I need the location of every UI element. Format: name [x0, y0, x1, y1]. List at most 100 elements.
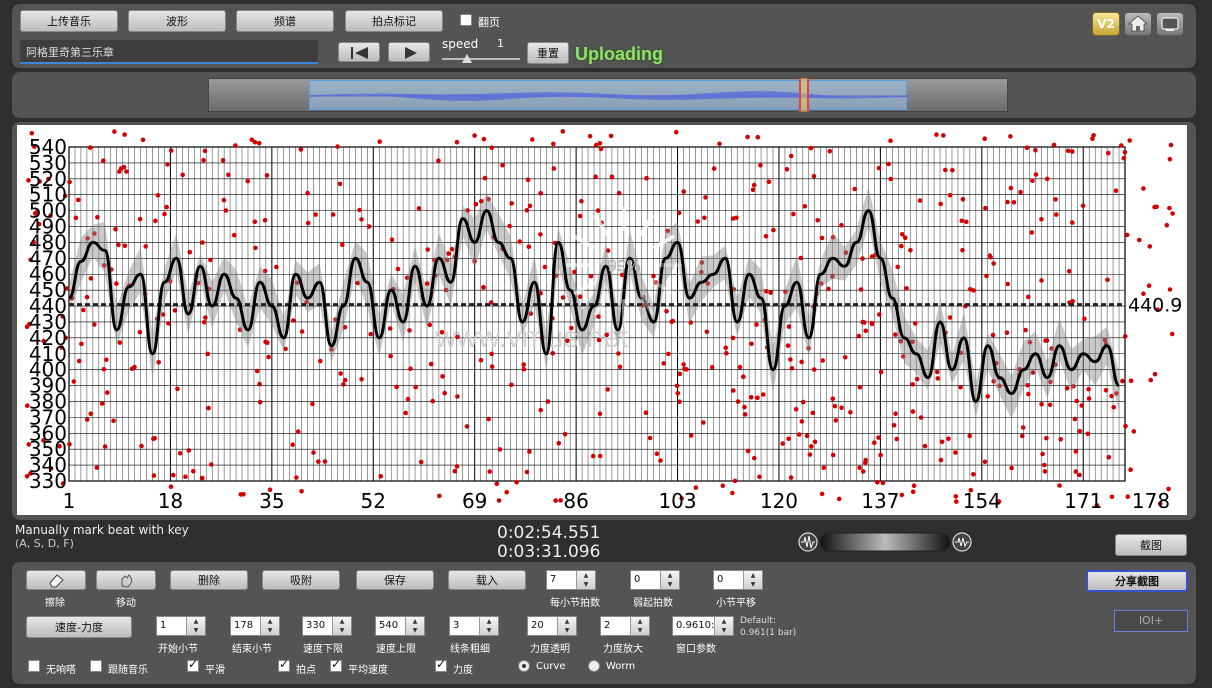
- beat-dot: [711, 166, 717, 171]
- tempo-dynamics-button[interactable]: 速度-力度: [26, 616, 132, 638]
- load-button[interactable]: 载入: [448, 570, 526, 590]
- stepper-arrows-icon[interactable]: ▲ ▼: [714, 617, 733, 635]
- snap-button[interactable]: 吸附: [262, 570, 340, 590]
- stepper-arrows-icon[interactable]: ▲ ▼: [332, 617, 351, 635]
- beat-dot: [254, 368, 260, 374]
- page-turn-checkbox[interactable]: [460, 14, 472, 26]
- pickup-beats-stepper[interactable]: 0 ▲ ▼: [630, 570, 680, 590]
- beat-dot: [908, 248, 913, 253]
- playhead-marker[interactable]: [799, 78, 809, 112]
- metronome-label: 无响嗒: [46, 665, 76, 676]
- stepper-arrows-icon[interactable]: ▲ ▼: [260, 617, 279, 635]
- beat-dot: [1106, 454, 1112, 460]
- beat-dot: [378, 474, 384, 479]
- screenshot-button[interactable]: 截图: [1115, 534, 1187, 556]
- beat-dot: [1004, 330, 1010, 335]
- beat-dot: [76, 197, 81, 203]
- screenshot-label: 截图: [1140, 539, 1162, 552]
- stepper-arrows-icon[interactable]: ▲ ▼: [630, 617, 649, 635]
- delete-button[interactable]: 删除: [170, 570, 248, 590]
- beats-per-bar-stepper[interactable]: 7 ▲ ▼: [546, 570, 596, 590]
- x-tick-label: 120: [760, 489, 798, 513]
- beat-dot: [1128, 378, 1134, 384]
- beat-dot: [335, 144, 340, 149]
- waveform-button[interactable]: 波形: [128, 10, 226, 32]
- beat-dot: [454, 139, 460, 145]
- dynamics-zoom-stepper[interactable]: 2 ▲ ▼: [600, 616, 650, 636]
- stepper-arrows-icon[interactable]: ▲ ▼: [660, 571, 679, 589]
- stepper-arrows-icon[interactable]: ▲ ▼: [405, 617, 424, 635]
- beat-dot: [137, 329, 143, 335]
- tempo-chart[interactable]: www.vmus.net5405305205105004904804704604…: [17, 125, 1187, 515]
- fullscreen-button[interactable]: [1156, 12, 1184, 36]
- beat-mark-button[interactable]: 拍点标记: [345, 10, 443, 32]
- stepper-arrows-icon[interactable]: ▲ ▼: [576, 571, 595, 589]
- beat-dot: [455, 334, 460, 340]
- spectrum-label: 频谱: [274, 15, 296, 28]
- dynamics-transparency-stepper[interactable]: 20 ▲ ▼: [527, 616, 577, 636]
- x-tick-label: 171: [1064, 489, 1102, 513]
- volume-control[interactable]: [798, 530, 974, 554]
- speed-slider-thumb[interactable]: [462, 54, 472, 63]
- beat-dot: [526, 244, 532, 249]
- tempo-lower-stepper[interactable]: 330 ▲ ▼: [302, 616, 352, 636]
- beat-dot: [798, 255, 804, 261]
- beat-dot: [1067, 269, 1072, 274]
- save-button[interactable]: 保存: [356, 570, 434, 590]
- bar-offset-stepper[interactable]: 0 ▲ ▼: [713, 570, 763, 590]
- home-button[interactable]: [1124, 12, 1152, 36]
- stepper-arrows-icon[interactable]: ▲ ▼: [743, 571, 762, 589]
- beat-dot: [899, 492, 905, 498]
- follow-music-checkbox[interactable]: [90, 660, 102, 672]
- v2-badge[interactable]: V2: [1092, 12, 1120, 36]
- beat-dot: [153, 218, 158, 224]
- move-tool-button[interactable]: [96, 570, 156, 590]
- line-width-stepper[interactable]: 3 ▲ ▼: [449, 616, 499, 636]
- skip-to-start-button[interactable]: [338, 42, 380, 62]
- beat-dot: [654, 451, 660, 457]
- curve-label: Curve: [536, 661, 566, 672]
- play-button[interactable]: [388, 42, 430, 62]
- stepper-arrows-icon[interactable]: ▲ ▼: [557, 617, 576, 635]
- speed-slider[interactable]: [442, 54, 520, 64]
- tempo-upper-stepper[interactable]: 540 ▲ ▼: [375, 616, 425, 636]
- beat-dot: [266, 354, 271, 360]
- beat-dot: [473, 202, 479, 207]
- start-bar-stepper[interactable]: 1 ▲ ▼: [156, 616, 206, 636]
- dynamics-checkbox[interactable]: [435, 657, 447, 672]
- waveform-overview[interactable]: [208, 78, 1008, 112]
- beat-dot: [902, 235, 908, 240]
- curve-radio[interactable]: [518, 660, 530, 672]
- x-tick-label: 35: [259, 489, 284, 513]
- beat-dot: [1043, 338, 1048, 343]
- beat-dot: [489, 351, 494, 357]
- share-screenshot-button[interactable]: 分享截图: [1086, 570, 1188, 592]
- window-param-stepper[interactable]: 0.9610: ▲ ▼: [672, 616, 734, 636]
- beat-dot: [904, 286, 909, 291]
- smooth-checkbox[interactable]: [187, 657, 199, 672]
- x-tick-label: 86: [563, 489, 588, 513]
- beat-point-checkbox[interactable]: [278, 657, 290, 672]
- reset-speed-button[interactable]: 重置: [527, 42, 569, 64]
- ioi-plus-button[interactable]: IOI+: [1114, 610, 1188, 632]
- metronome-checkbox[interactable]: [28, 660, 40, 672]
- upload-music-label: 上传音乐: [47, 15, 91, 28]
- avg-tempo-checkbox[interactable]: [330, 657, 342, 672]
- stepper-arrows-icon[interactable]: ▲ ▼: [479, 617, 498, 635]
- erase-tool-button[interactable]: [26, 570, 86, 590]
- end-bar-stepper[interactable]: 178 ▲ ▼: [230, 616, 280, 636]
- song-title-field[interactable]: 阿格里奇第三乐章: [20, 40, 318, 64]
- beat-dot: [893, 411, 898, 417]
- erase-label: 擦除: [45, 598, 65, 609]
- waveform-visible-window[interactable]: [309, 80, 908, 110]
- beat-dot: [950, 167, 955, 173]
- beat-dot: [341, 382, 346, 387]
- stepper-arrows-icon[interactable]: ▲ ▼: [186, 617, 205, 635]
- beat-dot: [527, 449, 532, 454]
- spectrum-button[interactable]: 频谱: [236, 10, 334, 32]
- worm-radio[interactable]: [588, 660, 600, 672]
- beat-dot: [800, 399, 806, 405]
- reset-speed-label: 重置: [537, 47, 559, 60]
- beat-dot: [104, 357, 109, 363]
- upload-music-button[interactable]: 上传音乐: [20, 10, 118, 32]
